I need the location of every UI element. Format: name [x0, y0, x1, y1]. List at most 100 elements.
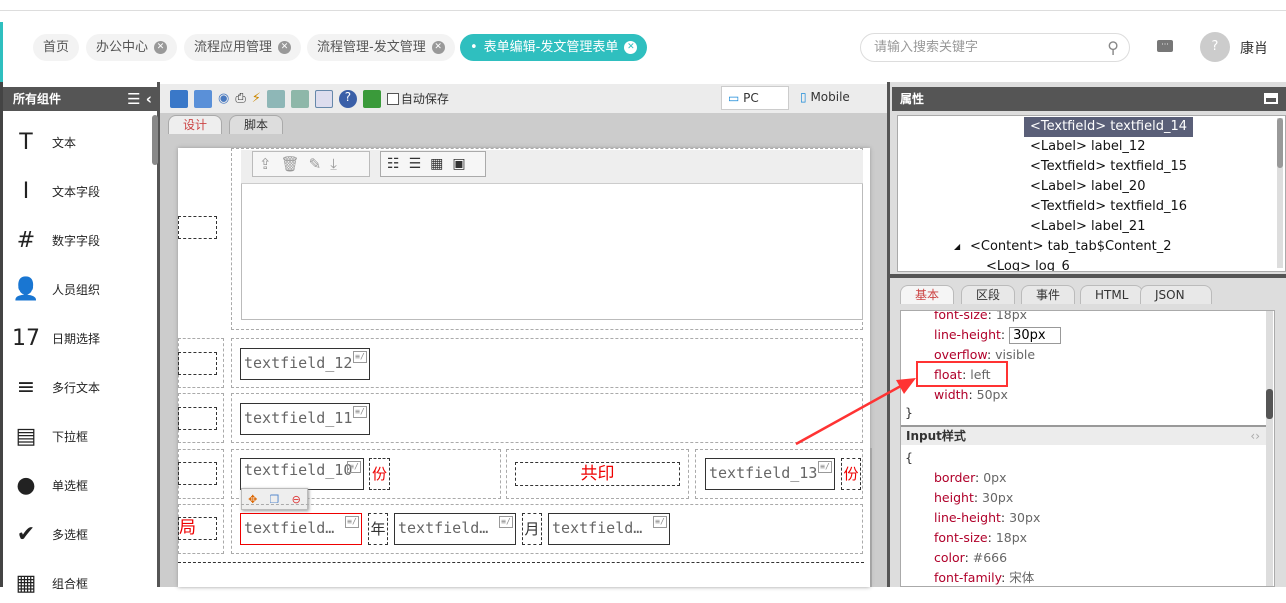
tab-form-edit[interactable]: • 表单编辑-发文管理表单 ✕ — [460, 34, 648, 61]
prop-value[interactable]: visible — [995, 347, 1035, 362]
prop-value-input[interactable]: 30px — [1009, 327, 1061, 344]
props-scrollbar[interactable] — [1266, 311, 1273, 586]
label-box[interactable] — [178, 352, 217, 375]
tree-node[interactable]: <Textfield> textfield_16 — [1024, 197, 1193, 217]
component-item[interactable]: I 文本字段 — [10, 171, 100, 211]
edit-icon[interactable]: ≡/ — [653, 516, 667, 528]
print-total-label[interactable]: 共印 — [515, 462, 680, 486]
grid-icon[interactable]: ▦ — [430, 156, 452, 172]
upload-icon[interactable]: ⇪ — [259, 155, 281, 173]
textfield-12[interactable]: textfield_12 ≡/ — [240, 348, 370, 380]
component-item[interactable]: 👤 人员组织 — [10, 269, 100, 309]
component-item[interactable]: ▤ 下拉框 — [10, 416, 88, 456]
delete-icon[interactable]: 🗑 — [281, 155, 309, 173]
tab-process-app[interactable]: 流程应用管理 ✕ — [184, 34, 302, 61]
preview-icon[interactable]: ◉ — [218, 91, 229, 106]
layers-icon[interactable] — [362, 89, 381, 108]
pc-button[interactable]: ▭ PC — [721, 86, 789, 110]
tab-office[interactable]: 办公中心 ✕ — [86, 34, 178, 61]
ordered-list-icon[interactable]: ☰ — [409, 156, 431, 172]
scrollbar[interactable] — [152, 115, 158, 165]
tab-json[interactable]: JSON — [1140, 285, 1212, 304]
import-icon[interactable] — [266, 89, 285, 108]
close-icon[interactable]: ✕ — [624, 41, 638, 54]
prop-value[interactable]: 30px — [982, 490, 1013, 505]
tree-node[interactable]: <Log> log_6 — [980, 257, 1076, 271]
textfield-14[interactable]: textfield… ≡/ — [240, 513, 362, 545]
edit-icon[interactable]: ≡/ — [347, 461, 361, 473]
prop-value[interactable]: 30px — [1009, 510, 1040, 525]
view-modes[interactable]: ☷☰▦▣ — [380, 151, 486, 177]
tree-node[interactable]: <Label> label_12 — [1024, 137, 1151, 157]
close-icon[interactable]: ✕ — [154, 41, 168, 54]
textfield-10[interactable]: textfield_10 ≡/ — [240, 458, 364, 490]
textfield-15[interactable]: textfield… ≡/ — [394, 513, 516, 545]
prop-value[interactable]: 0px — [983, 470, 1006, 485]
tree-scrollbar[interactable] — [1277, 118, 1283, 268]
tab-basic[interactable]: 基本 — [900, 285, 955, 304]
prop-value[interactable]: 18px — [996, 530, 1027, 545]
checkbox-box[interactable] — [386, 92, 399, 105]
tree-node[interactable]: <Label> label_20 — [1024, 177, 1151, 197]
component-item[interactable]: T 文本 — [10, 122, 76, 162]
wand-icon[interactable]: ⚡ — [252, 91, 261, 106]
save-icon[interactable] — [170, 89, 188, 108]
textfield-13[interactable]: textfield_13 ≡/ — [705, 458, 835, 490]
prop-value[interactable]: #666 — [973, 550, 1007, 565]
mobile-button[interactable]: ▯ Mobile — [800, 90, 850, 104]
label-box[interactable]: 局 — [178, 517, 217, 540]
edit-icon[interactable]: ≡/ — [353, 351, 367, 363]
list-icon[interactable]: ☷ — [387, 156, 409, 172]
tree-node[interactable]: <Textfield> textfield_15 — [1024, 157, 1193, 177]
year-label[interactable]: 年 — [368, 513, 388, 545]
user-name[interactable]: 康肖 — [1240, 38, 1268, 58]
tab-home[interactable]: 首页 — [33, 34, 80, 61]
download-icon[interactable]: ⤓ — [330, 155, 346, 173]
textfield-16[interactable]: textfield… ≡/ — [548, 513, 670, 545]
component-item[interactable]: ● 单选框 — [10, 465, 88, 505]
tab-events[interactable]: 事件 — [1021, 285, 1076, 304]
autosave-checkbox[interactable]: 自动保存 — [386, 90, 449, 107]
tree-node[interactable]: <Label> label_21 — [1024, 217, 1151, 237]
component-item[interactable]: ≡ 多行文本 — [10, 367, 100, 407]
edit-icon[interactable]: ≡/ — [818, 461, 832, 473]
list-icon[interactable] — [314, 89, 333, 108]
splitter[interactable] — [890, 274, 1286, 278]
edit-icon[interactable]: ✎ — [309, 155, 331, 173]
minimize-icon[interactable] — [1264, 93, 1278, 104]
prop-value[interactable]: 18px — [996, 311, 1027, 322]
tab-process-doc[interactable]: 流程管理-发文管理 ✕ — [307, 34, 455, 61]
tree-node[interactable]: <Content> tab_tab$Content_2 — [964, 237, 1178, 257]
copies-label[interactable]: 份 — [369, 458, 390, 490]
tab-script[interactable]: 脚本 — [229, 115, 284, 134]
edit-icon[interactable]: ≡/ — [353, 406, 367, 418]
message-icon[interactable]: ··· — [1157, 40, 1173, 52]
component-item[interactable]: 17 日期选择 — [10, 318, 100, 358]
label-box[interactable] — [178, 216, 217, 239]
tree-node[interactable]: <Textfield> textfield_14 — [1024, 117, 1194, 137]
component-item[interactable]: ✔ 多选框 — [10, 514, 88, 554]
close-icon[interactable]: ✕ — [278, 41, 292, 54]
copies-label[interactable]: 份 — [841, 458, 861, 490]
menu-collapse-icon[interactable]: ☰ ‹ — [127, 87, 152, 111]
tab-section[interactable]: 区段 — [961, 285, 1016, 304]
code-icon[interactable]: ‹› — [1250, 427, 1260, 445]
month-label[interactable]: 月 — [522, 513, 542, 545]
image-icon[interactable]: ▣ — [452, 156, 474, 172]
edit-icon[interactable]: ≡/ — [345, 516, 359, 528]
avatar[interactable]: ? — [1200, 32, 1230, 62]
print-icon[interactable]: ⎙ — [235, 91, 245, 106]
search-icon[interactable]: ⚲ — [1107, 34, 1119, 61]
close-icon[interactable]: ✕ — [431, 41, 445, 54]
component-item[interactable]: ▦ 组合框 — [10, 563, 88, 603]
prop-value[interactable]: 50px — [977, 387, 1008, 402]
component-item[interactable]: # 数字字段 — [10, 220, 100, 260]
textfield-11[interactable]: textfield_11 ≡/ — [240, 403, 370, 435]
edit-icon[interactable]: ≡/ — [499, 516, 513, 528]
tab-html[interactable]: HTML — [1080, 285, 1144, 304]
prop-value[interactable]: 宋体 — [1009, 570, 1034, 585]
label-box[interactable] — [178, 407, 217, 430]
upload-actions[interactable]: ⇪🗑✎⤓ — [252, 151, 370, 177]
label-box[interactable] — [178, 462, 217, 485]
help-icon[interactable]: ? — [338, 89, 357, 108]
